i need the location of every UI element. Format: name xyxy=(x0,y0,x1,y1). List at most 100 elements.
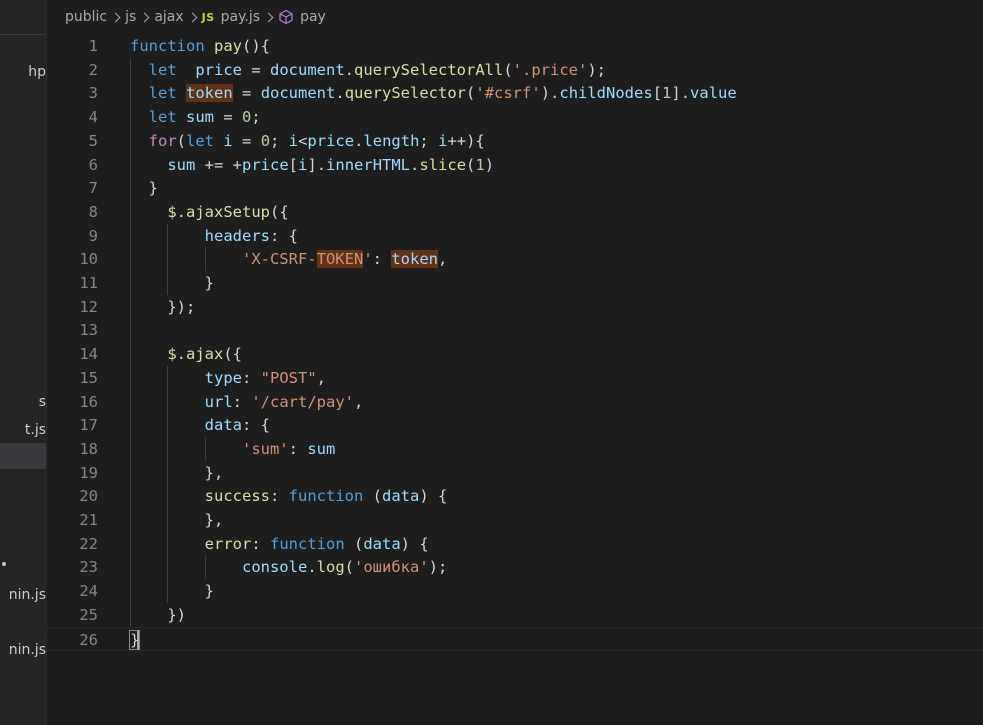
code-line[interactable]: 23 console.log('ошибка'); xyxy=(47,555,983,579)
code-token: error xyxy=(204,534,252,553)
code-line[interactable]: 2 let price = document.querySelectorAll(… xyxy=(47,58,983,82)
code-token: = xyxy=(242,60,271,79)
code-line[interactable]: 3 let token = document.querySelector('#c… xyxy=(47,81,983,105)
code-line[interactable]: 8 $.ajaxSetup({ xyxy=(47,200,983,224)
sidebar-file-item[interactable]: t.js xyxy=(25,418,46,442)
line-number: 7 xyxy=(88,179,98,198)
code-line[interactable]: 1 function pay(){ xyxy=(47,34,983,58)
code-line[interactable]: 6 sum += +price[i].innerHTML.slice(1) xyxy=(47,153,983,177)
code-token: : { xyxy=(269,226,298,245)
breadcrumb-item-js[interactable]: js xyxy=(125,9,136,25)
code-token: += + xyxy=(195,155,242,174)
text-cursor xyxy=(137,630,140,650)
code-token: } xyxy=(130,582,214,601)
code-token: ) { xyxy=(400,534,429,553)
line-number: 8 xyxy=(88,202,98,221)
line-number: 24 xyxy=(79,582,98,601)
sidebar-divider xyxy=(0,34,46,35)
code-token: querySelectorAll xyxy=(354,60,504,79)
sidebar-file-item[interactable]: nin.js xyxy=(9,638,46,662)
code-token: document xyxy=(270,60,345,79)
code-line[interactable]: 21 }, xyxy=(47,508,983,532)
code-line[interactable]: 12 }); xyxy=(47,295,983,319)
code-token: token xyxy=(186,84,233,103)
code-token: 'ошибка' xyxy=(354,558,429,577)
code-token: 1 xyxy=(662,84,672,103)
code-token: headers xyxy=(204,226,270,245)
code-token: data xyxy=(381,487,420,506)
code-line[interactable]: 18 'sum': sum xyxy=(47,437,983,461)
code-token: url xyxy=(204,392,233,411)
breadcrumb-item-public[interactable]: public xyxy=(65,9,107,25)
code-line[interactable]: 15 type: "POST", xyxy=(47,366,983,390)
code-token: = xyxy=(232,84,261,103)
code-token: ]. xyxy=(307,155,327,174)
code-line[interactable]: 10 'X-CSRF-TOKEN': token, xyxy=(47,247,983,271)
breadcrumb-item-symbol[interactable]: pay xyxy=(300,9,326,25)
code-line[interactable]: 26} xyxy=(47,626,983,651)
code-line[interactable]: 20 success: function (data) { xyxy=(47,484,983,508)
code-token: ( xyxy=(466,155,476,174)
code-line[interactable]: 4 let sum = 0; xyxy=(47,105,983,129)
code-text: for(let i = 0; i<price.length; i++){ xyxy=(130,129,485,153)
sidebar-file-item[interactable]: s xyxy=(39,390,46,414)
code-editor[interactable]: 1 function pay(){2 let price = document.q… xyxy=(47,34,983,725)
code-token: : xyxy=(232,392,252,411)
code-token: price xyxy=(195,60,243,79)
vscode-window: hp s t.js nin.js nin.js public js ajax J… xyxy=(0,0,983,725)
code-token: querySelector xyxy=(344,84,467,103)
code-line[interactable]: 13 xyxy=(47,318,983,342)
code-token: . xyxy=(176,345,187,364)
breadcrumb-item-ajax[interactable]: ajax xyxy=(154,9,183,25)
code-token: : xyxy=(269,487,289,506)
code-token: value xyxy=(690,84,737,103)
code-token: : xyxy=(241,368,261,387)
code-token: $ xyxy=(167,345,177,364)
code-token: data xyxy=(363,534,401,553)
code-line[interactable]: 16 url: '/cart/pay', xyxy=(47,390,983,414)
code-line[interactable]: 9 headers: { xyxy=(47,224,983,248)
code-line[interactable]: 11 } xyxy=(47,271,983,295)
code-token: ( xyxy=(176,131,187,150)
code-text: $.ajax({ xyxy=(130,342,242,366)
code-text: } xyxy=(130,176,158,200)
code-text: 'sum': sum xyxy=(130,437,335,461)
code-line[interactable]: 7 } xyxy=(47,176,983,200)
line-number: 10 xyxy=(79,250,98,269)
code-token: childNodes xyxy=(559,84,653,103)
code-token: : xyxy=(251,534,270,553)
symbol-method-icon xyxy=(278,9,294,29)
code-line[interactable]: 25 }) xyxy=(47,603,983,627)
code-token: success xyxy=(204,487,270,506)
code-token: [ xyxy=(652,84,663,103)
chevron-right-icon xyxy=(187,12,198,22)
code-token: . xyxy=(344,60,355,79)
code-line[interactable]: 19 }, xyxy=(47,461,983,485)
line-number: 21 xyxy=(79,511,98,529)
code-token: ; xyxy=(419,131,439,150)
breadcrumb-item-file[interactable]: pay.js xyxy=(221,9,260,25)
line-number: 11 xyxy=(79,274,98,292)
code-token: '#csrf' xyxy=(475,84,541,103)
code-line[interactable]: 5 for(let i = 0; i<price.length; i++){ xyxy=(47,129,983,153)
sidebar-file-item[interactable]: nin.js xyxy=(9,583,46,607)
sidebar-selected-item[interactable] xyxy=(0,443,46,469)
code-token: . xyxy=(307,558,317,577)
code-token: innerHTML xyxy=(326,155,411,174)
code-line[interactable]: 17 data: { xyxy=(47,413,983,437)
sidebar-file-item[interactable]: hp xyxy=(28,60,46,84)
code-token: 1 xyxy=(475,155,485,174)
code-token: : xyxy=(372,250,392,269)
code-token: log xyxy=(316,558,345,577)
code-token: }); xyxy=(130,297,196,316)
code-line[interactable]: 22 error: function (data) { xyxy=(47,532,983,556)
code-line[interactable]: 24 } xyxy=(47,579,983,603)
code-line[interactable]: 14 $.ajax({ xyxy=(47,342,983,366)
